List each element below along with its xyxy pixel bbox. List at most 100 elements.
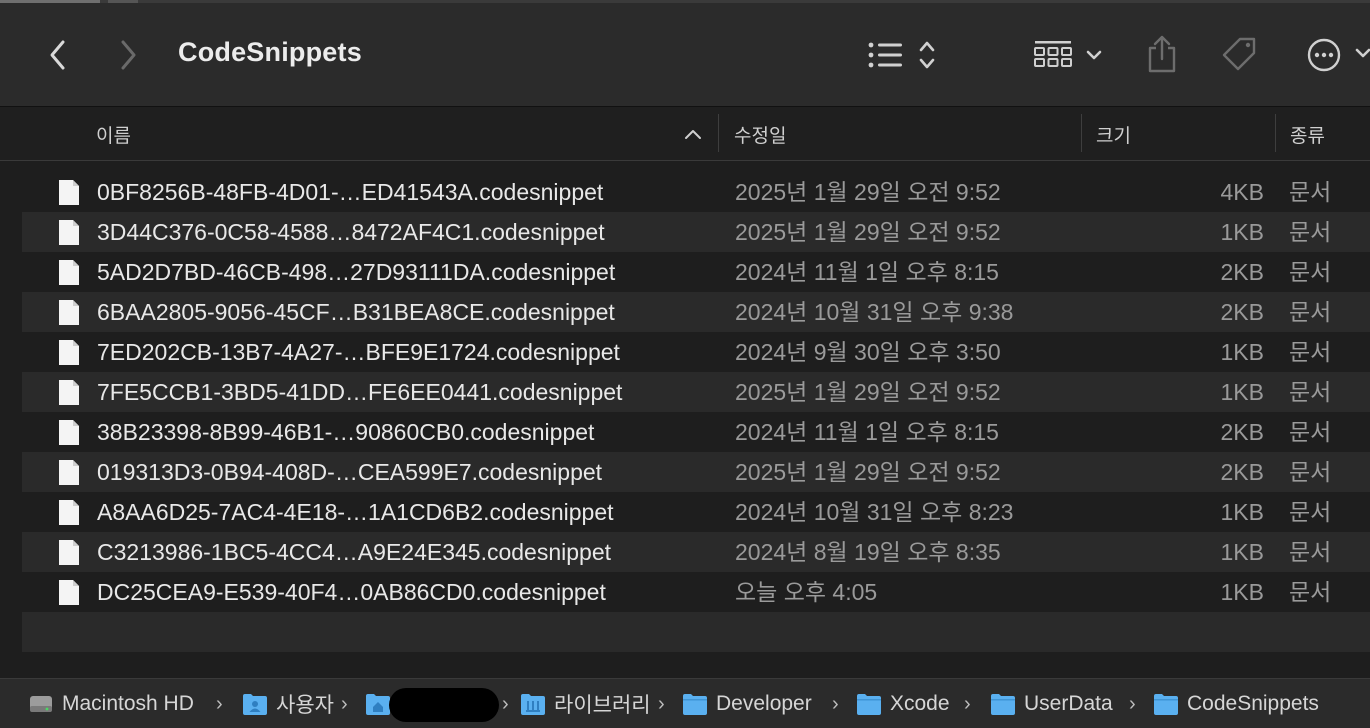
document-icon — [59, 260, 79, 285]
back-button[interactable] — [40, 35, 76, 75]
view-options-button[interactable] — [1030, 33, 1106, 77]
home-folder-icon — [366, 694, 390, 715]
file-name: 7FE5CCB1-3BD5-41DD…FE6EE0441.codesnippet — [97, 379, 623, 405]
file-name: 3D44C376-0C58-4588…8472AF4C1.codesnippet — [97, 219, 605, 245]
file-kind: 문서 — [1289, 299, 1332, 325]
file-row[interactable]: 019313D3-0B94-408D-…CEA599E7.codesnippet… — [22, 452, 1370, 492]
file-date: 2024년 11월 1일 오후 8:15 — [735, 259, 999, 285]
sort-options-button[interactable] — [864, 33, 942, 77]
file-date: 2024년 10월 31일 오후 9:38 — [735, 299, 1014, 325]
document-icon — [59, 500, 79, 525]
file-row[interactable]: C3213986-1BC5-4CC4…A9E24E345.codesnippet… — [22, 532, 1370, 572]
column-kind-label: 종류 — [1290, 125, 1325, 147]
file-size: 1KB — [1220, 539, 1264, 565]
redacted-username — [389, 688, 499, 722]
file-name: 5AD2D7BD-46CB-498…27D93111DA.codesnippet — [97, 259, 616, 285]
share-button[interactable] — [1142, 31, 1182, 77]
file-row[interactable]: 7FE5CCB1-3BD5-41DD…FE6EE0441.codesnippet… — [22, 372, 1370, 412]
path-separator: › — [964, 692, 971, 715]
file-row[interactable]: 6BAA2805-9056-45CF…B31BEA8CE.codesnippet… — [22, 292, 1370, 332]
path-separator: › — [1129, 692, 1136, 715]
file-row[interactable]: 38B23398-8B99-46B1-…90860CB0.codesnippet… — [22, 412, 1370, 452]
empty-row — [22, 612, 1370, 652]
document-icon — [59, 460, 79, 485]
folder-icon — [1154, 694, 1178, 715]
file-date: 2025년 1월 29일 오전 9:52 — [735, 219, 1001, 245]
column-header-size[interactable]: 크기 — [1096, 107, 1266, 161]
folder-icon — [857, 694, 881, 715]
file-size: 2KB — [1220, 419, 1264, 445]
sort-ascending-icon — [685, 130, 701, 139]
file-size: 1KB — [1220, 379, 1264, 405]
window-title: CodeSnippets — [178, 37, 362, 67]
path-item-library[interactable]: 라이브러리 — [520, 679, 651, 728]
path-item-label: UserData — [1024, 692, 1113, 715]
column-name-label: 이름 — [96, 125, 131, 147]
file-row[interactable]: 7ED202CB-13B7-4A27-…BFE9E1724.codesnippe… — [22, 332, 1370, 372]
file-date: 2025년 1월 29일 오전 9:52 — [735, 379, 1001, 405]
file-name: A8AA6D25-7AC4-4E18-…1A1CD6B2.codesnippet — [97, 499, 614, 525]
file-date: 2025년 1월 29일 오전 9:52 — [735, 179, 1001, 205]
document-icon — [59, 300, 79, 325]
grid-view-icon — [1034, 41, 1102, 67]
file-date: 2024년 8월 19일 오후 8:35 — [735, 539, 1001, 565]
tag-button[interactable] — [1218, 33, 1262, 77]
column-header-date[interactable]: 수정일 — [734, 107, 1074, 161]
file-kind: 문서 — [1289, 499, 1332, 525]
column-divider[interactable] — [1275, 114, 1276, 152]
file-date: 2024년 11월 1일 오후 8:15 — [735, 419, 999, 445]
path-item-users[interactable]: 사용자 — [242, 679, 334, 728]
path-separator: › — [216, 692, 223, 715]
more-icon — [1307, 38, 1370, 72]
path-item-developer[interactable]: Developer — [682, 679, 812, 728]
file-row[interactable]: 3D44C376-0C58-4588…8472AF4C1.codesnippet… — [22, 212, 1370, 252]
path-item-macintosh-hd[interactable]: Macintosh HD — [28, 679, 194, 728]
file-size: 1KB — [1220, 219, 1264, 245]
file-size: 1KB — [1220, 579, 1264, 605]
file-row[interactable]: 0BF8256B-48FB-4D01-…ED41543A.codesnippet… — [22, 172, 1370, 212]
file-name: C3213986-1BC5-4CC4…A9E24E345.codesnippet — [97, 539, 612, 565]
users-folder-icon — [243, 694, 267, 715]
toolbar: CodeSnippets — [0, 3, 1370, 107]
path-item-xcode[interactable]: Xcode — [856, 679, 950, 728]
file-kind: 문서 — [1289, 539, 1332, 565]
path-item-codesnippets[interactable]: CodeSnippets — [1153, 679, 1319, 728]
column-divider[interactable] — [1081, 114, 1082, 152]
path-item-userdata[interactable]: UserData — [990, 679, 1113, 728]
file-name: 7ED202CB-13B7-4A27-…BFE9E1724.codesnippe… — [97, 339, 620, 365]
column-date-label: 수정일 — [734, 125, 787, 147]
column-size-label: 크기 — [1096, 125, 1131, 147]
more-actions-button[interactable] — [1302, 33, 1370, 77]
folder-icon — [991, 694, 1015, 715]
file-kind: 문서 — [1289, 179, 1332, 205]
path-item-label: Developer — [716, 692, 812, 715]
file-date: 오늘 오후 4:05 — [735, 579, 878, 605]
file-size: 2KB — [1220, 259, 1264, 285]
forward-button[interactable] — [110, 35, 146, 75]
file-size: 2KB — [1220, 299, 1264, 325]
folder-icon — [683, 694, 707, 715]
column-header: 이름 수정일 크기 종류 — [0, 107, 1370, 161]
file-name: 6BAA2805-9056-45CF…B31BEA8CE.codesnippet — [97, 299, 615, 325]
file-kind: 문서 — [1289, 219, 1332, 245]
path-separator: › — [832, 692, 839, 715]
file-date: 2024년 9월 30일 오후 3:50 — [735, 339, 1001, 365]
path-separator: › — [341, 692, 348, 715]
document-icon — [59, 420, 79, 445]
file-row[interactable]: A8AA6D25-7AC4-4E18-…1A1CD6B2.codesnippet… — [22, 492, 1370, 532]
file-size: 2KB — [1220, 459, 1264, 485]
path-item-label: Macintosh HD — [62, 692, 194, 715]
column-divider[interactable] — [718, 114, 719, 152]
file-row[interactable]: DC25CEA9-E539-40F4…0AB86CD0.codesnippet … — [22, 572, 1370, 612]
file-kind: 문서 — [1289, 419, 1332, 445]
document-icon — [59, 380, 79, 405]
column-header-name[interactable]: 이름 — [96, 107, 716, 161]
file-date: 2025년 1월 29일 오전 9:52 — [735, 459, 1001, 485]
file-row[interactable]: 5AD2D7BD-46CB-498…27D93111DA.codesnippet… — [22, 252, 1370, 292]
tag-icon — [1222, 37, 1256, 71]
file-kind: 문서 — [1289, 579, 1332, 605]
file-kind: 문서 — [1289, 459, 1332, 485]
column-header-kind[interactable]: 종류 — [1290, 107, 1370, 161]
chevron-left-icon — [50, 40, 65, 70]
path-bar: Macintosh HD › 사용자 › › 라이브러리 › Developer… — [0, 678, 1370, 728]
